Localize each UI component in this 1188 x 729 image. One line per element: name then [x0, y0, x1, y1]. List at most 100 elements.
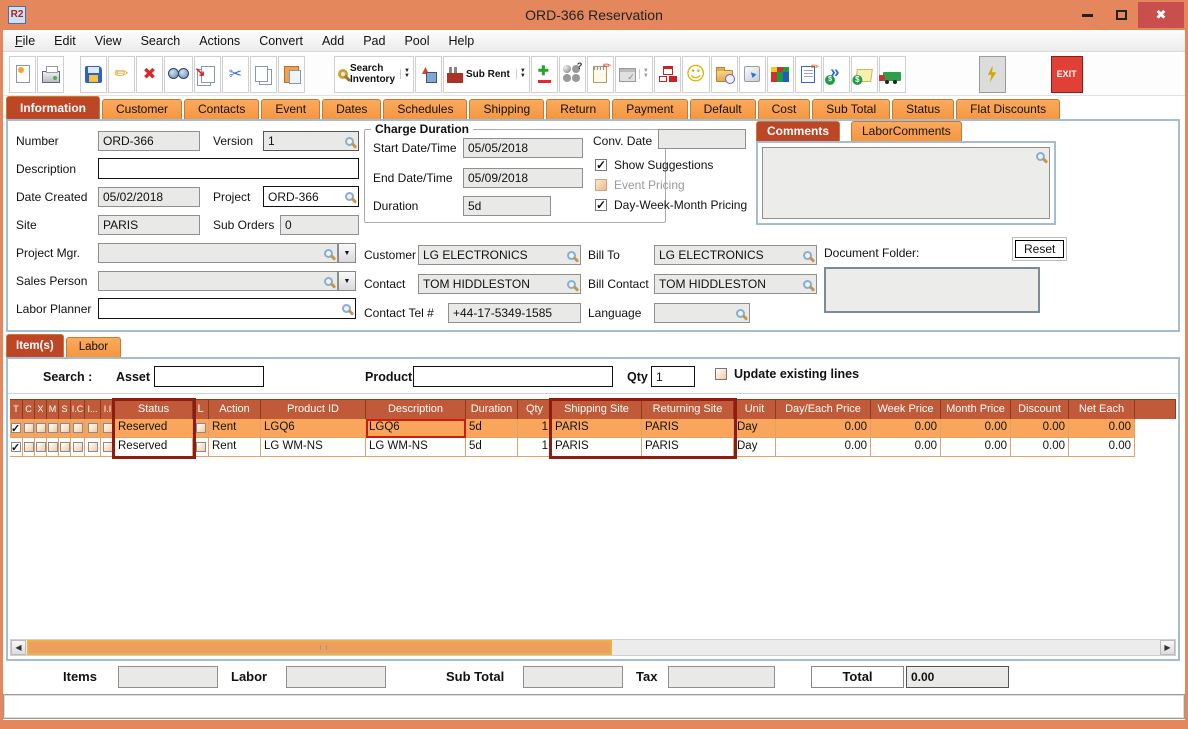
project-lookup-icon[interactable]	[345, 192, 354, 201]
customer-field[interactable]: LG ELECTRONICS	[418, 245, 581, 265]
cell-duration[interactable]: 5d	[466, 419, 518, 438]
contact-field[interactable]: TOM HIDDLESTON	[418, 274, 581, 294]
show-suggestions-checkbox[interactable]	[595, 158, 607, 172]
inventory-transfer-button[interactable]	[414, 55, 442, 93]
project-mgr-lookup-icon[interactable]	[324, 248, 333, 258]
cell-day-each-price[interactable]: 0.00	[776, 438, 871, 457]
contact-button[interactable]: ☺	[681, 55, 710, 93]
edit-button[interactable]: ✏	[108, 55, 135, 93]
row-checkbox[interactable]	[102, 423, 113, 433]
cell-unit[interactable]: Day	[734, 419, 776, 438]
description-field[interactable]	[98, 158, 359, 179]
cell-duration[interactable]: 5d	[466, 438, 518, 457]
col-header-unit[interactable]: Unit	[734, 399, 776, 419]
cell-status[interactable]: Reserved	[115, 419, 193, 438]
row-checkbox[interactable]	[102, 442, 113, 452]
tab-sub-total[interactable]: Sub Total	[812, 99, 891, 119]
menu-search[interactable]: Search	[141, 34, 181, 48]
row-checkbox[interactable]	[47, 423, 58, 433]
group-button[interactable]	[558, 55, 586, 93]
cell-shipping-site[interactable]: PARIS	[552, 419, 642, 438]
dropdown-arrows-icon[interactable]	[515, 69, 526, 79]
menu-pad[interactable]: Pad	[363, 34, 385, 48]
row-checkbox[interactable]	[47, 442, 58, 452]
tab-shipping[interactable]: Shipping	[469, 99, 545, 119]
col-header-day-each-price[interactable]: Day/Each Price	[776, 399, 871, 419]
col-header-product-id[interactable]: Product ID	[261, 399, 366, 419]
cell-product-id[interactable]: LG WM-NS	[261, 438, 366, 457]
delete-button[interactable]: ✖	[136, 55, 163, 93]
minimize-button[interactable]	[1070, 2, 1104, 28]
folder-history-button[interactable]	[710, 55, 738, 93]
row-checkbox[interactable]	[87, 442, 98, 452]
row-checkbox[interactable]	[23, 423, 34, 433]
cell-net-each[interactable]: 0.00	[1069, 419, 1135, 438]
col-header-l[interactable]: L	[193, 399, 209, 419]
project-mgr-field[interactable]	[98, 243, 338, 263]
tab-payment[interactable]: Payment	[612, 99, 688, 119]
col-header-qty[interactable]: Qty	[518, 399, 552, 419]
find-button[interactable]	[164, 55, 193, 93]
save-button[interactable]	[80, 55, 107, 93]
col-header-ii[interactable]: I.I	[101, 399, 115, 419]
menu-file[interactable]: File	[15, 34, 35, 48]
tab-dates[interactable]: Dates	[322, 99, 382, 119]
labor-planner-lookup-icon[interactable]	[342, 304, 351, 313]
table-row[interactable]: Reserved Rent LGQ6 LGQ6 5d 1 PARIS PARIS…	[10, 419, 1176, 438]
menu-actions[interactable]: Actions	[199, 34, 240, 48]
cell-shipping-site[interactable]: PARIS	[552, 438, 642, 457]
menu-view[interactable]: View	[95, 34, 122, 48]
row-l-checkbox[interactable]	[195, 442, 206, 452]
bill-contact-field[interactable]: TOM HIDDLESTON	[654, 274, 817, 294]
tab-information[interactable]: Information	[6, 96, 100, 119]
shortcut-button[interactable]	[738, 55, 766, 93]
cell-returning-site[interactable]: PARIS	[642, 419, 734, 438]
horizontal-scrollbar[interactable]: ◀ ▶	[10, 639, 1176, 656]
menu-convert[interactable]: Convert	[259, 34, 303, 48]
cell-discount[interactable]: 0.00	[1011, 438, 1069, 457]
col-header-idots[interactable]: I...	[85, 399, 101, 419]
version-field[interactable]: 1	[263, 131, 359, 151]
tab-customer[interactable]: Customer	[102, 99, 183, 119]
maximize-button[interactable]	[1104, 2, 1138, 28]
cell-description[interactable]: LG WM-NS	[366, 438, 466, 457]
row-checkbox[interactable]	[59, 442, 70, 452]
col-header-c[interactable]: C	[23, 399, 35, 419]
cell-month-price[interactable]: 0.00	[941, 438, 1011, 457]
menu-edit[interactable]: Edit	[54, 34, 76, 48]
forward-payment-button[interactable]	[822, 55, 850, 93]
col-header-month-price[interactable]: Month Price	[941, 399, 1011, 419]
cell-action[interactable]: Rent	[209, 438, 261, 457]
tab-cost[interactable]: Cost	[757, 99, 811, 119]
inventory-cubes-button[interactable]	[766, 55, 794, 93]
row-checkbox[interactable]	[35, 423, 46, 433]
cell-discount[interactable]: 0.00	[1011, 419, 1069, 438]
dropdown-arrows-icon[interactable]	[400, 69, 410, 79]
col-header-discount[interactable]: Discount	[1011, 399, 1069, 419]
col-header-duration[interactable]: Duration	[466, 399, 518, 419]
scrollbar-thumb[interactable]	[27, 640, 612, 655]
row-checkbox[interactable]	[11, 440, 21, 456]
cut-button[interactable]: ✂	[222, 55, 249, 93]
document-folder-textarea[interactable]	[824, 267, 1040, 313]
language-field[interactable]	[654, 303, 750, 323]
row-checkbox[interactable]	[35, 442, 46, 452]
col-header-x[interactable]: X	[35, 399, 47, 419]
org-chart-button[interactable]	[653, 55, 681, 93]
row-checkbox[interactable]	[59, 423, 70, 433]
copy-special-button[interactable]	[194, 55, 221, 93]
bill-to-field[interactable]: LG ELECTRONICS	[654, 245, 817, 265]
col-header-shipping-site[interactable]: Shipping Site	[552, 399, 642, 419]
bill-to-lookup-icon[interactable]	[803, 250, 812, 260]
tab-status[interactable]: Status	[892, 99, 955, 119]
cell-week-price[interactable]: 0.00	[871, 419, 941, 438]
add-line-button[interactable]	[530, 55, 558, 93]
tab-return[interactable]: Return	[546, 99, 611, 119]
copy-button[interactable]	[250, 55, 277, 93]
row-checkbox[interactable]	[23, 442, 34, 452]
bill-contact-lookup-icon[interactable]	[803, 279, 812, 289]
exit-button[interactable]: EXIT	[1050, 55, 1083, 93]
project-field[interactable]: ORD-366	[263, 186, 359, 207]
col-header-m[interactable]: M	[47, 399, 59, 419]
labor-planner-field[interactable]	[98, 298, 356, 319]
